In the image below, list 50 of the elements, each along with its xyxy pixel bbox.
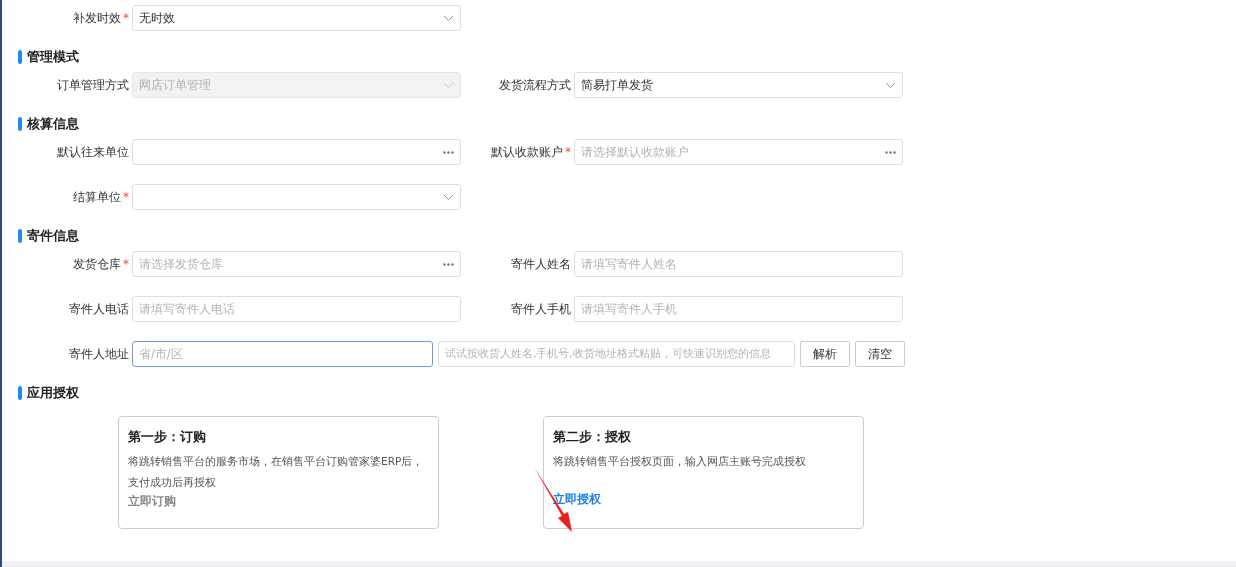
step-title: 第二步：授权 — [553, 428, 632, 446]
required-mark: * — [565, 145, 571, 159]
chevron-down-icon — [443, 14, 454, 22]
field-label: 寄件人姓名 — [511, 255, 571, 273]
field-label: 结算单位 — [73, 188, 121, 206]
step-description: 将跳转销售平台的服务市场，在销售平台订购管家婆ERP后， — [128, 454, 425, 469]
picker-field[interactable] — [132, 139, 461, 165]
section-marker — [18, 229, 22, 243]
field-label: 默认往来单位 — [57, 143, 129, 161]
select-field[interactable]: 简易打单发货 — [574, 72, 903, 98]
region-field[interactable]: 省/市/区 — [132, 341, 433, 367]
input-field[interactable]: 请填写寄件人手机 — [574, 296, 903, 322]
field-label: 发货流程方式 — [499, 76, 571, 94]
field-label: 默认收款账户 — [491, 143, 563, 161]
more-icon — [443, 262, 454, 266]
field-label: 补发时效 — [73, 9, 121, 27]
action-button[interactable]: 清空 — [855, 341, 905, 367]
required-mark: * — [123, 11, 129, 25]
section-title: 应用授权 — [27, 384, 79, 402]
required-mark: * — [123, 257, 129, 271]
field-label: 发货仓库 — [73, 255, 121, 273]
field-label: 寄件人手机 — [511, 300, 571, 318]
more-icon — [443, 150, 454, 154]
field-label: 订单管理方式 — [57, 76, 129, 94]
input-field[interactable]: 请填写寄件人姓名 — [574, 251, 903, 277]
picker-field[interactable]: 请选择发货仓库 — [132, 251, 461, 277]
more-icon — [885, 150, 896, 154]
input-field[interactable]: 请填写寄件人电话 — [132, 296, 461, 322]
select-field[interactable] — [132, 184, 461, 210]
step-title: 第一步：订购 — [128, 428, 207, 446]
action-button[interactable]: 解析 — [800, 341, 850, 367]
required-mark: * — [123, 190, 129, 204]
section-title: 管理模式 — [27, 48, 79, 66]
field-label: 寄件人地址 — [69, 345, 129, 363]
step-link[interactable]: 立即授权 — [553, 491, 601, 508]
section-title: 核算信息 — [27, 115, 79, 133]
section-marker — [18, 117, 22, 131]
chevron-down-icon — [443, 81, 454, 89]
select-field[interactable]: 无时效 — [132, 5, 461, 31]
step-link[interactable]: 立即订购 — [128, 493, 176, 510]
step-description: 支付成功后再授权 — [128, 475, 217, 490]
chevron-down-icon — [443, 193, 454, 201]
section-marker — [18, 386, 22, 400]
picker-field[interactable]: 请选择默认收款账户 — [574, 139, 903, 165]
step-description: 将跳转销售平台授权页面，输入网店主账号完成授权 — [553, 454, 807, 469]
section-title: 寄件信息 — [27, 227, 79, 245]
paste-address-field[interactable]: 试试按收货人姓名,手机号,收货地址格式粘贴，可快速识别您的信息 — [438, 341, 795, 367]
field-label: 寄件人电话 — [69, 300, 129, 318]
chevron-down-icon — [885, 81, 896, 89]
section-marker — [18, 50, 22, 64]
